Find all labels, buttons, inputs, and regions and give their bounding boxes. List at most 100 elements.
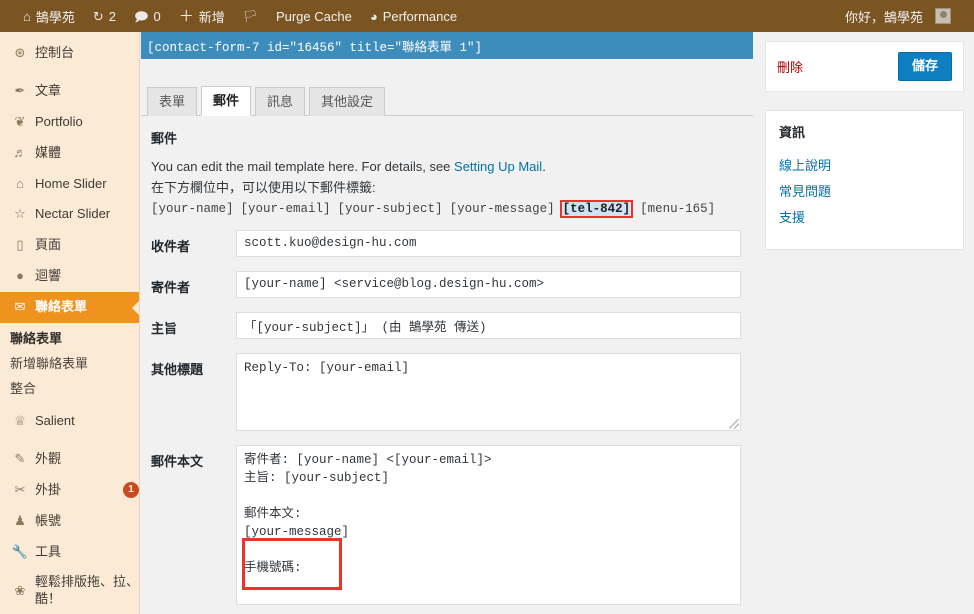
info-link-faq[interactable]: 常見問題 (779, 181, 950, 200)
sidebar-item-appearance[interactable]: ✎ 外觀 (0, 444, 139, 475)
sidebar-item-label: 控制台 (35, 45, 75, 60)
info-box-body: 資訊 線上說明常見問題支援 (766, 111, 963, 249)
crown-icon: ♕ (14, 413, 26, 429)
label-subject: 主旨 (151, 320, 178, 336)
home-icon: ⌂ (16, 175, 24, 191)
mail-tag-1[interactable]: [your-email] (241, 202, 331, 216)
sidebar-item-page-builder[interactable]: ❀ 輕鬆排版拖、拉、酷！ (0, 567, 139, 614)
panel-title: 郵件 (151, 131, 178, 146)
sidebar-item-label: 文章 (35, 82, 62, 98)
dashboard-icon: ⊛ (14, 45, 26, 60)
save-button[interactable]: 儲存 (897, 52, 952, 81)
sidebar-item-label: 外觀 (35, 450, 62, 466)
sidebar-item-label: Home Slider (35, 175, 107, 191)
sidebar-item-pages[interactable]: ▯ 頁面 (0, 230, 139, 261)
sidebar-separator (0, 69, 139, 76)
sidebar-item-contact-form[interactable]: ✉ 聯絡表單 (0, 292, 139, 324)
sidebar-item-plugins[interactable]: ✂ 外掛 1 (0, 475, 139, 506)
shortcode-display[interactable]: [contact-form-7 id="16456" title="聯絡表單 1… (141, 32, 753, 59)
mail-tag-menu[interactable]: [menu-165] (640, 202, 715, 216)
admin-bar-left: ⌂ 鵠學苑 ↻ 2 🗩 0 ＋ 新增 🏳 Purge Cache ◕ Perfo… (0, 0, 466, 32)
puzzle-icon: ❀ (14, 582, 26, 598)
admin-bar-updates[interactable]: ↻ 2 (84, 0, 125, 32)
page-icon: ▯ (16, 237, 24, 253)
admin-bar-my-account[interactable]: 你好，鵠學苑 (836, 0, 960, 32)
submenu-item-add-new-contact-form[interactable]: 新增聯絡表單 (0, 350, 139, 375)
info-title: 資訊 (779, 124, 806, 140)
sidebar-item-media[interactable]: ♬ 媒體 (0, 138, 139, 169)
from-input[interactable] (236, 270, 741, 298)
field-row-body: 郵件本文 寄件者: [your-name] <[your-email]> 主旨:… (151, 444, 743, 605)
field-row-headers: 其他標題 Reply-To: [your-email] (151, 352, 743, 431)
sidebar-item-home-slider[interactable]: ⌂ Home Slider (0, 169, 139, 200)
star-outline-icon: ☆ (14, 206, 26, 222)
info-link-support[interactable]: 支援 (779, 207, 950, 226)
mail-tag-2[interactable]: [your-subject] (338, 202, 443, 216)
sidebar-item-label: Salient (35, 413, 75, 429)
sidebar-submenu-contact-form: 聯絡表單 新增聯絡表單 整合 (0, 323, 139, 406)
setting-up-mail-link[interactable]: Setting Up Mail (454, 159, 542, 174)
site-name-label: 鵠學苑 (35, 9, 75, 25)
admin-bar-purge-cache[interactable]: Purge Cache (267, 0, 361, 32)
sidebar-item-nectar-slider[interactable]: ☆ Nectar Slider (0, 199, 139, 230)
mail-tag-0[interactable]: [your-name] (151, 202, 234, 216)
sidebar-item-posts[interactable]: ✒ 文章 (0, 76, 139, 107)
mail-tag-3[interactable]: [your-message] (450, 202, 555, 216)
plus-icon: ＋ (178, 7, 194, 25)
sidebar-item-users[interactable]: ♟ 帳號 (0, 506, 139, 537)
plugin-icon: ✂ (14, 481, 26, 497)
media-icon: ♬ (13, 144, 27, 160)
mail-tag-highlighted-tel[interactable]: [tel-842] (559, 199, 634, 218)
to-input[interactable] (236, 229, 741, 257)
control-subject (236, 311, 743, 339)
portfolio-icon: ❦ (14, 113, 26, 129)
wp-admin-screen: ⌂ 鵠學苑 ↻ 2 🗩 0 ＋ 新增 🏳 Purge Cache ◕ Perfo… (0, 0, 974, 614)
submenu-item-integration[interactable]: 整合 (0, 375, 139, 400)
admin-bar-site-name[interactable]: ⌂ 鵠學苑 (14, 0, 84, 32)
tab-additional-settings[interactable]: 其他設定 (309, 86, 386, 116)
sidebar-item-portfolio[interactable]: ❦ Portfolio (0, 107, 139, 138)
field-row-subject: 主旨 (151, 311, 743, 339)
admin-sidebar-menu: ⊛ 控制台 ✒ 文章 ❦ Portfolio ♬ 媒體 ⌂ Home Slider ☆ Nectar … (0, 32, 140, 614)
admin-bar-performance[interactable]: ◕ Performance (361, 0, 466, 32)
headers-textarea[interactable]: Reply-To: [your-email] (236, 352, 741, 431)
sidebar-item-comments[interactable]: ● 迴響 (0, 261, 139, 292)
wrench-icon: 🔧 (11, 543, 29, 559)
label-body: 郵件本文 (151, 453, 204, 469)
tab-mail[interactable]: 郵件 (201, 85, 252, 116)
admin-bar-new-content[interactable]: ＋ 新增 (170, 0, 234, 32)
submenu-item-contact-forms-list[interactable]: 聯絡表單 (0, 325, 139, 350)
info-box: 資訊 線上說明常見問題支援 (765, 109, 964, 250)
label-from: 寄件者 (151, 279, 191, 295)
sidebar-item-tools[interactable]: 🔧 工具 (0, 537, 139, 568)
mail-tags-list: [your-name] [your-email] [your-subject] [yo… (151, 199, 743, 218)
admin-bar-comments[interactable]: 🗩 0 (125, 0, 170, 32)
performance-label: Performance (382, 8, 458, 24)
comments-count: 0 (153, 8, 161, 24)
sidebar-item-label: 外掛 (35, 481, 62, 497)
admin-bar-right: 你好，鵠學苑 (836, 0, 974, 32)
users-icon: ♟ (14, 512, 26, 528)
subject-input[interactable] (236, 311, 741, 339)
info-link-docs[interactable]: 線上說明 (779, 155, 950, 174)
pin-icon: ✒ (14, 82, 26, 98)
mail-panel: 郵件 You can edit the mail template here. … (141, 116, 753, 605)
label-to: 收件者 (151, 238, 191, 254)
delete-link[interactable]: 刪除 (777, 57, 803, 76)
sidebar-secondary-group: ♕Salient✎外觀✂外掛1♟帳號🔧工具❀輕鬆排版拖、拉、酷！▤設定ⓎSEO◕… (0, 406, 139, 614)
admin-bar-seo[interactable]: 🏳 (234, 0, 267, 32)
tab-messages[interactable]: 訊息 (255, 86, 306, 116)
avatar (935, 8, 951, 24)
body-textarea[interactable]: 寄件者: [your-name] <[your-email]> 主旨: [you… (236, 444, 741, 605)
actions-box: 刪除 儲存 (765, 41, 964, 92)
howdy-label: 你好，鵠學苑 (844, 9, 923, 25)
sidebar-item-dashboard[interactable]: ⊛ 控制台 (0, 38, 139, 69)
tab-form[interactable]: 表單 (147, 86, 198, 116)
comment-bubble-icon: 🗩 (134, 8, 149, 24)
sidebar-item-label: 頁面 (35, 237, 62, 253)
sidebar-item-salient[interactable]: ♕ Salient (0, 406, 139, 437)
info-links-list: 線上說明常見問題支援 (779, 155, 950, 226)
control-body: 寄件者: [your-name] <[your-email]> 主旨: [you… (236, 444, 743, 605)
sidebar-item-label: 媒體 (35, 144, 62, 160)
control-to (236, 229, 743, 257)
